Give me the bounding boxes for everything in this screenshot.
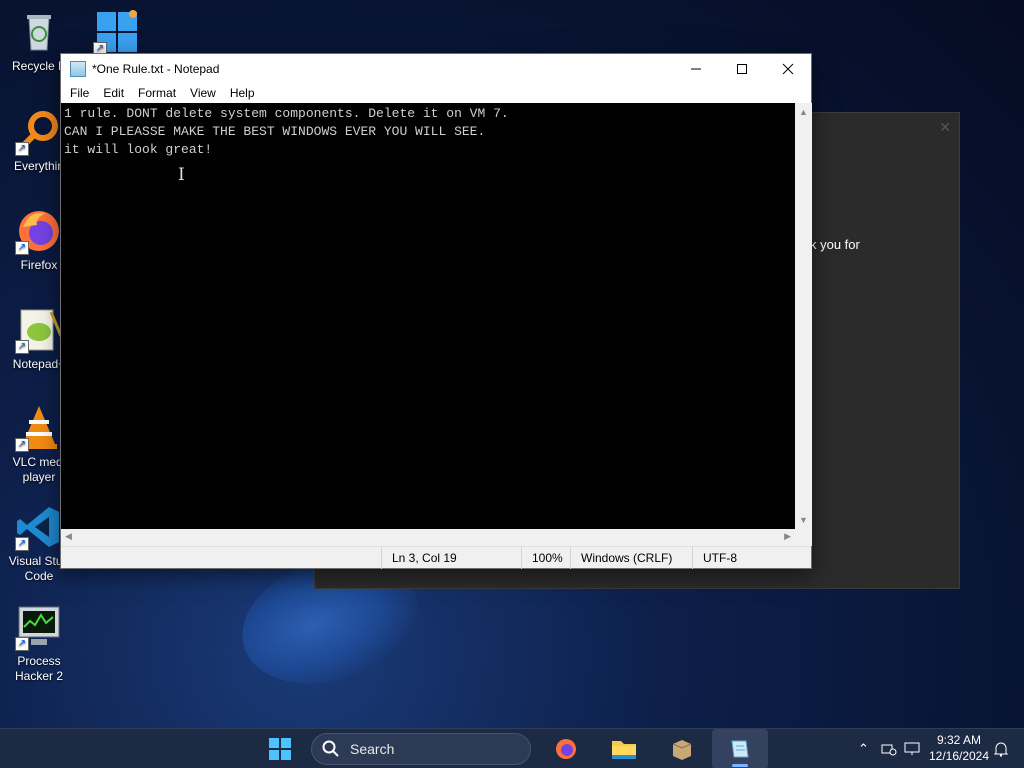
notification-bell-icon[interactable] bbox=[994, 729, 1008, 768]
tray-overflow-icon[interactable]: ⌃ bbox=[858, 729, 869, 768]
text-cursor-icon: I bbox=[178, 165, 185, 185]
network-icon[interactable] bbox=[881, 729, 897, 768]
menu-bar: File Edit Format View Help bbox=[61, 83, 811, 103]
window-title: *One Rule.txt - Notepad bbox=[92, 61, 220, 76]
shortcut-arrow-icon: ↗ bbox=[15, 241, 29, 255]
start-button[interactable] bbox=[260, 729, 300, 768]
minimize-icon bbox=[691, 68, 701, 69]
firefox-icon bbox=[556, 739, 576, 759]
menu-file[interactable]: File bbox=[63, 86, 96, 100]
recycle-bin-icon bbox=[15, 8, 63, 56]
taskbar-app[interactable] bbox=[662, 729, 702, 768]
minimize-button[interactable] bbox=[673, 54, 719, 83]
menu-help[interactable]: Help bbox=[223, 86, 262, 100]
package-icon bbox=[672, 740, 692, 760]
scroll-left-icon[interactable]: ◀ bbox=[65, 531, 72, 542]
status-encoding: UTF-8 bbox=[692, 547, 802, 569]
menu-edit[interactable]: Edit bbox=[96, 86, 131, 100]
desktop-icon-process-hacker[interactable]: ↗ Process Hacker 2 bbox=[0, 603, 78, 684]
scroll-down-icon[interactable]: ▼ bbox=[799, 515, 808, 525]
scrollbar-corner bbox=[795, 529, 812, 546]
folder-icon bbox=[612, 741, 636, 759]
dialog-partial-text: k you for bbox=[810, 237, 860, 252]
status-line-ending: Windows (CRLF) bbox=[570, 547, 692, 569]
shortcut-arrow-icon: ↗ bbox=[15, 637, 29, 651]
shortcut-arrow-icon: ↗ bbox=[15, 142, 29, 156]
maximize-icon bbox=[737, 63, 747, 74]
menu-view[interactable]: View bbox=[183, 86, 223, 100]
text-editor[interactable]: 1 rule. DONT delete system components. D… bbox=[61, 103, 795, 529]
notepad-icon bbox=[70, 60, 86, 77]
notepad-window[interactable]: *One Rule.txt - Notepad File Edit Format… bbox=[60, 53, 812, 569]
display-icon[interactable] bbox=[904, 729, 920, 768]
taskbar-search[interactable]: Search bbox=[311, 733, 531, 765]
scroll-right-icon[interactable]: ▶ bbox=[784, 531, 791, 542]
vscode-icon: ↗ bbox=[15, 503, 63, 551]
firefox-icon: ↗ bbox=[15, 207, 63, 255]
search-label: Search bbox=[350, 741, 395, 757]
status-zoom: 100% bbox=[521, 547, 570, 569]
notepad-plus-plus-icon: ↗ bbox=[15, 306, 63, 354]
maximize-button[interactable] bbox=[719, 54, 765, 83]
status-position: Ln 3, Col 19 bbox=[381, 547, 521, 569]
vertical-scrollbar[interactable]: ▲ ▼ bbox=[795, 103, 812, 529]
search-icon bbox=[322, 740, 339, 757]
close-button[interactable] bbox=[765, 54, 811, 83]
taskbar-notepad-active[interactable] bbox=[712, 729, 768, 768]
horizontal-scrollbar[interactable]: ◀ ▶ bbox=[61, 529, 795, 546]
taskbar: Search ⌃ 9:32 AM 12/16/2024 bbox=[0, 728, 1024, 768]
shortcut-arrow-icon: ↗ bbox=[15, 438, 29, 452]
shortcut-arrow-icon: ↗ bbox=[15, 537, 29, 551]
vlc-icon: ↗ bbox=[15, 404, 63, 452]
windows-logo-icon bbox=[269, 738, 291, 760]
notepad-icon bbox=[731, 740, 749, 758]
desktop-icon-windows[interactable]: ↗ bbox=[78, 8, 156, 59]
taskbar-firefox[interactable] bbox=[546, 729, 586, 768]
taskbar-file-explorer[interactable] bbox=[604, 729, 644, 768]
taskbar-clock[interactable]: 9:32 AM 12/16/2024 bbox=[924, 732, 994, 764]
everything-search-icon: ↗ bbox=[15, 108, 63, 156]
process-hacker-icon: ↗ bbox=[15, 603, 63, 651]
desktop-icon-label: Process Hacker 2 bbox=[14, 654, 64, 683]
clock-date: 12/16/2024 bbox=[928, 749, 990, 763]
close-icon[interactable]: ✕ bbox=[939, 119, 951, 136]
shortcut-arrow-icon: ↗ bbox=[15, 340, 29, 354]
status-bar: Ln 3, Col 19 100% Windows (CRLF) UTF-8 bbox=[61, 546, 811, 569]
title-bar[interactable]: *One Rule.txt - Notepad bbox=[61, 54, 811, 83]
menu-format[interactable]: Format bbox=[131, 86, 183, 100]
clock-time: 9:32 AM bbox=[936, 733, 982, 747]
close-icon bbox=[782, 63, 794, 74]
scroll-up-icon[interactable]: ▲ bbox=[799, 107, 808, 117]
windows-logo-icon: ↗ bbox=[93, 8, 141, 56]
